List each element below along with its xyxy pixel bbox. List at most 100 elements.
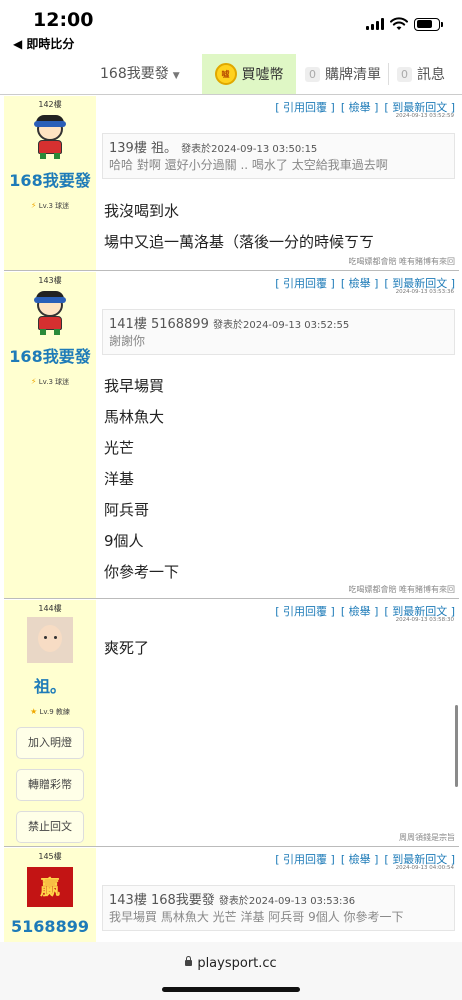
username[interactable]: 5168899 bbox=[4, 917, 96, 936]
post-author-panel: 145樓 贏 5168899 bbox=[4, 848, 96, 942]
signature: 周周領錢是宗旨 bbox=[399, 833, 455, 842]
status-time: 12:00 bbox=[33, 9, 94, 31]
floor-number: 143樓 bbox=[38, 276, 62, 285]
quote-reply-link[interactable]: [ 引用回覆 ] bbox=[275, 605, 335, 618]
post-content: [ 引用回覆 ][ 檢舉 ][ 到最新回文 ] 2024-09-13 04:00… bbox=[96, 848, 459, 942]
home-indicator[interactable] bbox=[162, 987, 300, 992]
quote-reply-link[interactable]: [ 引用回覆 ] bbox=[275, 277, 335, 290]
quote-author: 141樓 5168899 bbox=[109, 317, 209, 332]
quote-date: 發表於2024-09-13 03:50:15 bbox=[181, 144, 318, 155]
win-avatar-image: 贏 bbox=[27, 867, 73, 907]
post-line: 場中又追一萬洛基（落後一分的時候ㄎㄎ bbox=[104, 233, 375, 251]
post-143: 143樓 168我要發 ⚡ Lv.3 球迷 [ 引用回覆 ][ 檢舉 ][ 到最… bbox=[4, 272, 459, 599]
avatar[interactable]: 贏 bbox=[27, 865, 73, 911]
report-link[interactable]: [ 檢舉 ] bbox=[341, 101, 379, 114]
user-level-label: Lv.9 教練 bbox=[39, 708, 70, 716]
post-time: 2024-09-13 03:53:36 bbox=[395, 289, 454, 295]
wifi-icon bbox=[390, 17, 408, 30]
buy-coins-tab[interactable]: 噓 買噓幣 bbox=[202, 54, 296, 94]
report-link[interactable]: [ 檢舉 ] bbox=[341, 277, 379, 290]
orders-tab[interactable]: 0 購牌清單 bbox=[305, 54, 381, 94]
signal-icon bbox=[366, 18, 384, 30]
quote-header: 143樓 168我要發 發表於2024-09-13 03:53:36 bbox=[109, 889, 448, 908]
user-level-label: Lv.3 球迷 bbox=[38, 378, 70, 386]
back-to-app-link[interactable]: ◀ 即時比分 bbox=[13, 35, 74, 52]
user-menu[interactable]: 168我要發 ▼ bbox=[100, 54, 180, 94]
post-content: [ 引用回覆 ][ 檢舉 ][ 到最新回文 ] 2024-09-13 03:52… bbox=[96, 96, 459, 270]
username[interactable]: 168我要發 bbox=[4, 167, 96, 191]
post-line: 光芒 bbox=[104, 439, 135, 457]
post-time: 2024-09-13 04:00:54 bbox=[395, 865, 454, 871]
floor-number: 142樓 bbox=[38, 100, 62, 109]
post-145: 145樓 贏 5168899 [ 引用回覆 ][ 檢舉 ][ 到最新回文 ] 2… bbox=[4, 848, 459, 942]
post-line: 馬林魚大 bbox=[104, 408, 165, 426]
avatar[interactable] bbox=[27, 289, 73, 335]
quote-header: 141樓 5168899 發表於2024-09-13 03:52:55 bbox=[109, 313, 448, 332]
quote-text: 我早場買 馬林魚大 光芒 洋基 阿兵哥 9個人 你參考一下 bbox=[109, 910, 404, 924]
orders-label: 購牌清單 bbox=[325, 67, 381, 83]
quote-reply-link[interactable]: [ 引用回覆 ] bbox=[275, 853, 335, 866]
post-time: 2024-09-13 03:58:30 bbox=[395, 617, 454, 623]
lightning-icon: ⚡ bbox=[30, 201, 37, 210]
star-icon: ★ bbox=[30, 707, 38, 716]
scrollbar[interactable] bbox=[455, 705, 458, 787]
lock-icon bbox=[185, 956, 193, 966]
post-author-panel: 143樓 168我要發 ⚡ Lv.3 球迷 bbox=[4, 272, 96, 598]
user-level: ⚡ Lv.3 球迷 bbox=[4, 377, 96, 387]
messages-tab[interactable]: 0 訊息 bbox=[397, 54, 445, 94]
post-line: 阿兵哥 bbox=[104, 501, 150, 519]
quote-text: 謝謝你 bbox=[109, 334, 146, 348]
messages-count: 0 bbox=[397, 66, 412, 82]
quote-reply-link[interactable]: [ 引用回覆 ] bbox=[275, 101, 335, 114]
user-menu-label: 168我要發 bbox=[100, 66, 169, 82]
status-bar: 12:00 ◀ 即時比分 bbox=[0, 0, 462, 54]
browser-bottom-bar: playsport.cc bbox=[0, 942, 462, 1000]
lightning-icon: ⚡ bbox=[30, 377, 37, 386]
avatar[interactable] bbox=[27, 113, 73, 159]
floor-number: 145樓 bbox=[38, 852, 62, 861]
post-line: 爽死了 bbox=[104, 639, 150, 657]
username[interactable]: 祖。 bbox=[4, 673, 96, 697]
post-144: 144樓 祖。 ★ Lv.9 教練 加入明燈 轉贈彩幣 禁止回文 [ 引用回覆 … bbox=[4, 600, 459, 847]
quote-date: 發表於2024-09-13 03:52:55 bbox=[212, 320, 350, 331]
avatar[interactable] bbox=[27, 617, 73, 663]
report-link[interactable]: [ 檢舉 ] bbox=[341, 853, 379, 866]
caret-down-icon: ▼ bbox=[172, 71, 180, 81]
user-level: ⚡ Lv.3 球迷 bbox=[4, 201, 96, 211]
post-line: 洋基 bbox=[104, 470, 135, 488]
url-text: playsport.cc bbox=[197, 956, 277, 971]
url-bar[interactable]: playsport.cc bbox=[0, 956, 462, 971]
add-light-button[interactable]: 加入明燈 bbox=[16, 727, 84, 759]
quote-text: 哈哈 對啊 還好小分過關 .. 喝水了 太空給我車過去啊 bbox=[109, 158, 388, 172]
coin-icon: 噓 bbox=[214, 63, 237, 85]
report-link[interactable]: [ 檢舉 ] bbox=[341, 605, 379, 618]
quote-box: 141樓 5168899 發表於2024-09-13 03:52:55 謝謝你 bbox=[102, 309, 455, 355]
post-body: 我早場買 馬林魚大 光芒 洋基 阿兵哥 9個人 你參考一下 bbox=[104, 371, 455, 588]
post-line: 我早場買 bbox=[104, 377, 165, 395]
post-line: 我沒喝到水 bbox=[104, 202, 180, 220]
post-time: 2024-09-13 03:52:59 bbox=[395, 113, 454, 119]
messages-label: 訊息 bbox=[417, 67, 445, 83]
top-nav: 168我要發 ▼ 噓 買噓幣 0 購牌清單 0 訊息 bbox=[0, 54, 462, 95]
username[interactable]: 168我要發 bbox=[4, 343, 96, 367]
orders-count: 0 bbox=[305, 66, 320, 82]
post-body: 爽死了 bbox=[104, 633, 455, 664]
post-content: [ 引用回覆 ][ 檢舉 ][ 到最新回文 ] 2024-09-13 03:53… bbox=[96, 272, 459, 598]
quote-header: 139樓 祖。 發表於2024-09-13 03:50:15 bbox=[109, 137, 448, 156]
gift-coins-button[interactable]: 轉贈彩幣 bbox=[16, 769, 84, 801]
ban-reply-button[interactable]: 禁止回文 bbox=[16, 811, 84, 843]
post-author-panel: 144樓 祖。 ★ Lv.9 教練 加入明燈 轉贈彩幣 禁止回文 bbox=[4, 600, 96, 846]
quote-box: 143樓 168我要發 發表於2024-09-13 03:53:36 我早場買 … bbox=[102, 885, 455, 931]
battery-icon bbox=[414, 17, 443, 31]
signature: 吃喝嫖都會賠 唯有賭博有來回 bbox=[348, 257, 455, 266]
quote-author: 143樓 168我要發 bbox=[109, 893, 215, 908]
buy-coins-label: 買噓幣 bbox=[241, 67, 284, 83]
post-body: 我沒喝到水 場中又追一萬洛基（落後一分的時候ㄎㄎ bbox=[104, 196, 455, 258]
post-142: 142樓 168我要發 ⚡ Lv.3 球迷 [ 引用回覆 ][ 檢舉 ][ 到最… bbox=[4, 96, 459, 271]
quote-date: 發表於2024-09-13 03:53:36 bbox=[218, 896, 356, 907]
quote-author: 139樓 祖。 bbox=[109, 141, 177, 156]
user-level-label: Lv.3 球迷 bbox=[38, 202, 70, 210]
status-icons bbox=[366, 17, 443, 31]
post-content: [ 引用回覆 ][ 檢舉 ][ 到最新回文 ] 2024-09-13 03:58… bbox=[96, 600, 459, 846]
signature: 吃喝嫖都會賠 唯有賭博有來回 bbox=[348, 585, 455, 594]
